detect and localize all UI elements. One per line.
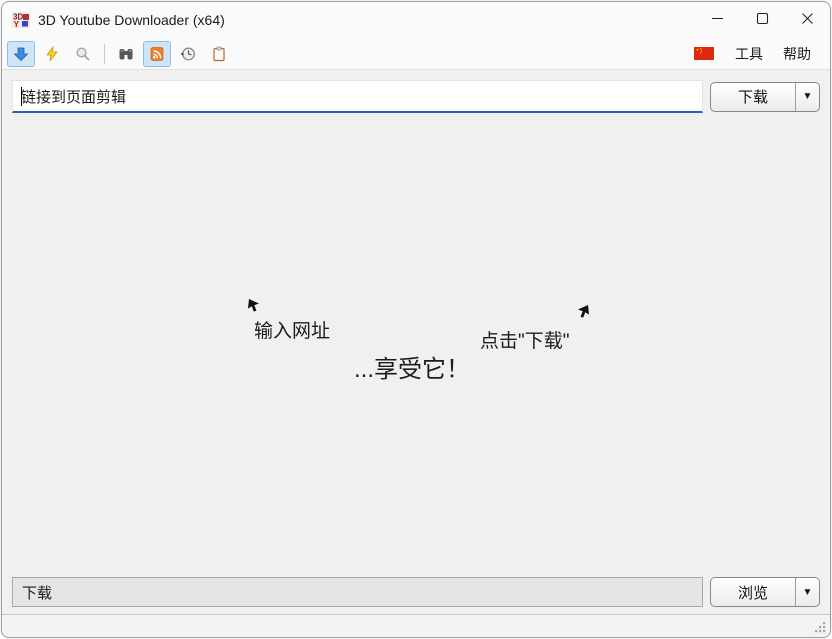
main-area: 输入网址 点击"下载" ...享受它！ bbox=[2, 113, 830, 577]
url-row: 下载 ▼ bbox=[2, 70, 830, 113]
toolbar: 工具 帮助 bbox=[2, 38, 830, 69]
language-flag-icon[interactable] bbox=[694, 47, 714, 60]
maximize-button[interactable] bbox=[740, 2, 785, 38]
window-controls bbox=[695, 2, 830, 38]
text-caret bbox=[21, 87, 22, 106]
status-bar bbox=[2, 614, 830, 637]
url-input[interactable] bbox=[13, 81, 702, 111]
chevron-down-icon[interactable]: ▼ bbox=[796, 83, 819, 111]
url-input-wrap bbox=[12, 80, 703, 113]
resize-grip-icon[interactable] bbox=[814, 621, 827, 634]
maximize-icon bbox=[756, 12, 769, 28]
lightning-icon[interactable] bbox=[38, 41, 66, 67]
menu-help[interactable]: 帮助 bbox=[776, 41, 818, 67]
menu-tools[interactable]: 工具 bbox=[728, 41, 770, 67]
chevron-down-icon[interactable]: ▼ bbox=[796, 578, 819, 606]
title-bar-left: 3D Y 3D Youtube Downloader (x64) bbox=[2, 12, 695, 28]
toolbar-separator bbox=[104, 44, 105, 64]
hint-enjoy: ...享受它！ bbox=[354, 349, 470, 384]
history-clock-icon[interactable] bbox=[174, 41, 202, 67]
hint-enter-url: 输入网址 bbox=[254, 316, 330, 343]
minimize-icon bbox=[711, 12, 724, 28]
app-window: 3D Y 3D Youtube Downloader (x64) bbox=[1, 1, 831, 638]
app-logo-icon: 3D Y bbox=[12, 12, 30, 28]
minimize-button[interactable] bbox=[695, 2, 740, 38]
clipboard-icon[interactable] bbox=[205, 41, 233, 67]
window-title: 3D Youtube Downloader (x64) bbox=[38, 12, 225, 28]
download-split-button[interactable]: 下载 ▼ bbox=[710, 82, 820, 112]
rss-feed-icon[interactable] bbox=[143, 41, 171, 67]
browse-split-button[interactable]: 浏览 ▼ bbox=[710, 577, 820, 607]
bottom-row: 下载 浏览 ▼ bbox=[2, 577, 830, 614]
download-button-label[interactable]: 下载 bbox=[711, 83, 795, 111]
svg-text:Y: Y bbox=[14, 19, 20, 28]
download-path-field[interactable]: 下载 bbox=[12, 577, 703, 607]
binoculars-icon[interactable] bbox=[112, 41, 140, 67]
search-icon[interactable] bbox=[69, 41, 97, 67]
browse-button-label[interactable]: 浏览 bbox=[711, 578, 795, 606]
toolbar-buttons bbox=[2, 41, 233, 67]
download-arrow-icon[interactable] bbox=[7, 41, 35, 67]
close-button[interactable] bbox=[785, 2, 830, 38]
close-icon bbox=[801, 12, 814, 28]
hint-click-download: 点击"下载" bbox=[480, 326, 570, 353]
toolbar-menu: 工具 帮助 bbox=[694, 41, 830, 67]
cursor-arrow-ne-icon bbox=[576, 305, 589, 324]
title-bar: 3D Y 3D Youtube Downloader (x64) bbox=[2, 2, 830, 38]
